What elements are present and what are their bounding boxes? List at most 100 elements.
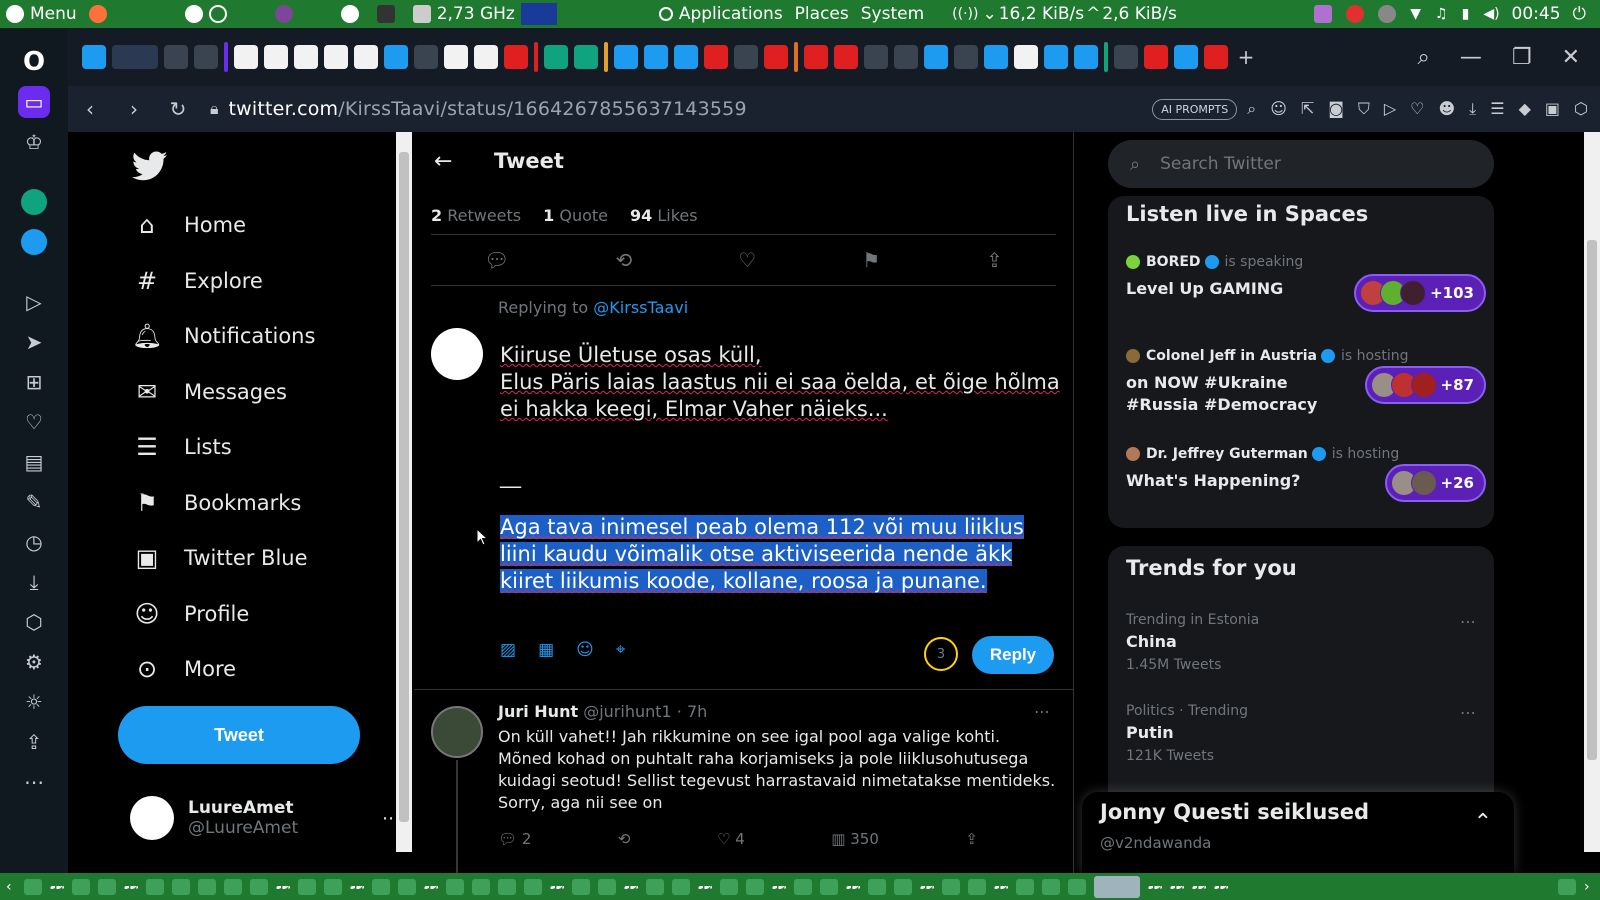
- tab-keskus[interactable]: [1114, 45, 1138, 69]
- panel-applet-tor[interactable]: [269, 0, 305, 28]
- trend-item[interactable]: Trending in Estonia China 1.45M Tweets ⋯: [1126, 612, 1476, 673]
- lens-icon[interactable]: ⌕: [1247, 99, 1256, 119]
- tab-spin[interactable]: [1204, 45, 1228, 69]
- news-icon[interactable]: ▤: [18, 446, 50, 478]
- reply-reply-action[interactable]: 💬︎ 2: [498, 830, 531, 848]
- nav-notifications[interactable]: 🔔︎ Notifications: [132, 311, 316, 361]
- tab-youtube-3[interactable]: [804, 45, 828, 69]
- reply-views-action[interactable]: ▥ 350: [831, 830, 879, 848]
- extension-badge-icon[interactable]: ▣: [1545, 99, 1560, 119]
- tab-youtube-5[interactable]: [1144, 45, 1168, 69]
- media-icon[interactable]: ▨: [500, 640, 516, 660]
- tab-search-icon[interactable]: ⌕: [1418, 45, 1430, 70]
- network-icon[interactable]: ▼: [1410, 6, 1421, 22]
- taskbar-app[interactable]: [298, 878, 316, 895]
- tab-ibb[interactable]: [924, 45, 948, 69]
- space-listeners[interactable]: +103: [1354, 274, 1486, 312]
- taskbar-app[interactable]: [146, 878, 164, 895]
- taskbar-app[interactable]: [720, 878, 738, 895]
- messages-drawer[interactable]: Jonny Questi seiklused @v2ndawanda ⌃: [1082, 792, 1514, 873]
- tab-twitter-5[interactable]: [1044, 45, 1068, 69]
- chatgpt-icon[interactable]: [18, 186, 50, 218]
- reply-icon[interactable]: 💬︎: [484, 248, 509, 272]
- taskbar-app[interactable]: [868, 878, 886, 895]
- reply-like-action[interactable]: ♡ 4: [717, 830, 745, 848]
- nav-profile[interactable]: ☺ Profile: [132, 589, 249, 639]
- reply-handle[interactable]: @jurihunt1: [583, 702, 671, 721]
- new-tab-button[interactable]: +: [1234, 45, 1258, 69]
- tab-twitter-4[interactable]: [984, 45, 1008, 69]
- ai-prompts-button[interactable]: AI PROMPTS: [1152, 98, 1238, 120]
- favorite-icon[interactable]: ♡: [1410, 99, 1424, 119]
- tab-sk[interactable]: [1174, 45, 1198, 69]
- taskbar-app[interactable]: [172, 878, 190, 895]
- taskbar-active-opera[interactable]: [1094, 875, 1140, 898]
- taskbar-app[interactable]: [746, 878, 764, 895]
- taskbar-app[interactable]: [968, 878, 986, 895]
- nav-messages[interactable]: ✉ Messages: [132, 367, 287, 417]
- nav-more[interactable]: ⊙ More: [132, 644, 236, 694]
- retweet-icon[interactable]: ⟲: [618, 830, 631, 848]
- like-icon[interactable]: ♡: [738, 248, 756, 272]
- taskbar-app[interactable]: [498, 878, 516, 895]
- nav-explore[interactable]: # Explore: [132, 256, 263, 306]
- tab-grid[interactable]: [894, 45, 918, 69]
- history-icon[interactable]: ◷: [18, 526, 50, 558]
- taskbar-app[interactable]: [250, 878, 268, 895]
- space-listeners[interactable]: +87: [1364, 366, 1486, 404]
- twitter-sidebar-icon[interactable]: [18, 226, 50, 258]
- settings-icon[interactable]: ⚙: [18, 646, 50, 678]
- reader-icon[interactable]: ▭: [18, 86, 50, 118]
- space-listeners[interactable]: +26: [1384, 464, 1486, 502]
- taskbar-app[interactable]: [324, 878, 342, 895]
- reply-more-icon[interactable]: ⋯: [1034, 702, 1050, 721]
- quotes-stat[interactable]: 1 Quote: [543, 206, 608, 225]
- tab-wiki-7[interactable]: [474, 45, 498, 69]
- system-menu[interactable]: System: [855, 0, 930, 28]
- upload-icon[interactable]: ⇪: [18, 726, 50, 758]
- restore-icon[interactable]: ❐: [1512, 45, 1532, 70]
- tab-youtube-2[interactable]: [764, 45, 788, 69]
- nav-twitter-blue[interactable]: ▣ Twitter Blue: [132, 533, 308, 583]
- tab-edge[interactable]: [644, 45, 668, 69]
- taskbar-app[interactable]: [472, 878, 490, 895]
- tab-wiki-3[interactable]: [294, 45, 318, 69]
- cube-icon[interactable]: ⬡: [18, 606, 50, 638]
- reply-display-name[interactable]: Juri Hunt: [498, 702, 578, 721]
- heart-icon[interactable]: ♡: [18, 406, 50, 438]
- taskbar-app[interactable]: [224, 878, 242, 895]
- taskbar-app[interactable]: [198, 878, 216, 895]
- taskbar-app[interactable]: [98, 878, 116, 895]
- expand-drawer-icon[interactable]: ⌃: [1474, 810, 1492, 835]
- tray-info-icon[interactable]: [1378, 5, 1397, 23]
- tab-twitter-active[interactable]: [112, 45, 158, 69]
- nav-bookmarks[interactable]: ⚑ Bookmarks: [132, 478, 301, 528]
- tab-app[interactable]: [194, 45, 218, 69]
- reply-tweet[interactable]: Juri Hunt @jurihunt1 · 7h ⋯ On küll vahe…: [414, 690, 1074, 873]
- taskbar-app[interactable]: [24, 878, 42, 895]
- terminal-launcher[interactable]: [371, 0, 407, 28]
- avatar[interactable]: [431, 706, 483, 758]
- volume-icon[interactable]: ◀): [1483, 6, 1499, 22]
- space-item[interactable]: Dr. Jeffrey Guterman is hosting What's Ha…: [1126, 446, 1486, 502]
- share-action-icon[interactable]: ⇪: [986, 248, 1003, 272]
- taskbar-app[interactable]: [672, 878, 690, 895]
- reply-time[interactable]: · 7h: [677, 702, 708, 721]
- tab-box[interactable]: [734, 45, 758, 69]
- back-nav-icon[interactable]: ‹: [68, 97, 112, 121]
- power-icon[interactable]: ⏻: [1567, 0, 1592, 28]
- tab-wiki-2[interactable]: [264, 45, 288, 69]
- taskbar-app[interactable]: [372, 878, 390, 895]
- panel-applet-opera[interactable]: [335, 0, 371, 28]
- share-action-icon[interactable]: ⇪: [965, 830, 978, 848]
- taskbar-app[interactable]: [1016, 878, 1034, 895]
- downloads-icon[interactable]: ⤓: [1469, 99, 1476, 119]
- likes-stat[interactable]: 94 Likes: [630, 206, 698, 225]
- applications-menu[interactable]: Applications: [653, 0, 789, 28]
- search-box[interactable]: ⌕: [1108, 140, 1494, 188]
- back-arrow-icon[interactable]: ←: [434, 149, 470, 174]
- tab-twitter-6[interactable]: [1074, 45, 1098, 69]
- tab-doc[interactable]: [384, 45, 408, 69]
- retweet-icon[interactable]: ⟲: [615, 248, 632, 272]
- tray-chrome-icon[interactable]: [1346, 5, 1365, 23]
